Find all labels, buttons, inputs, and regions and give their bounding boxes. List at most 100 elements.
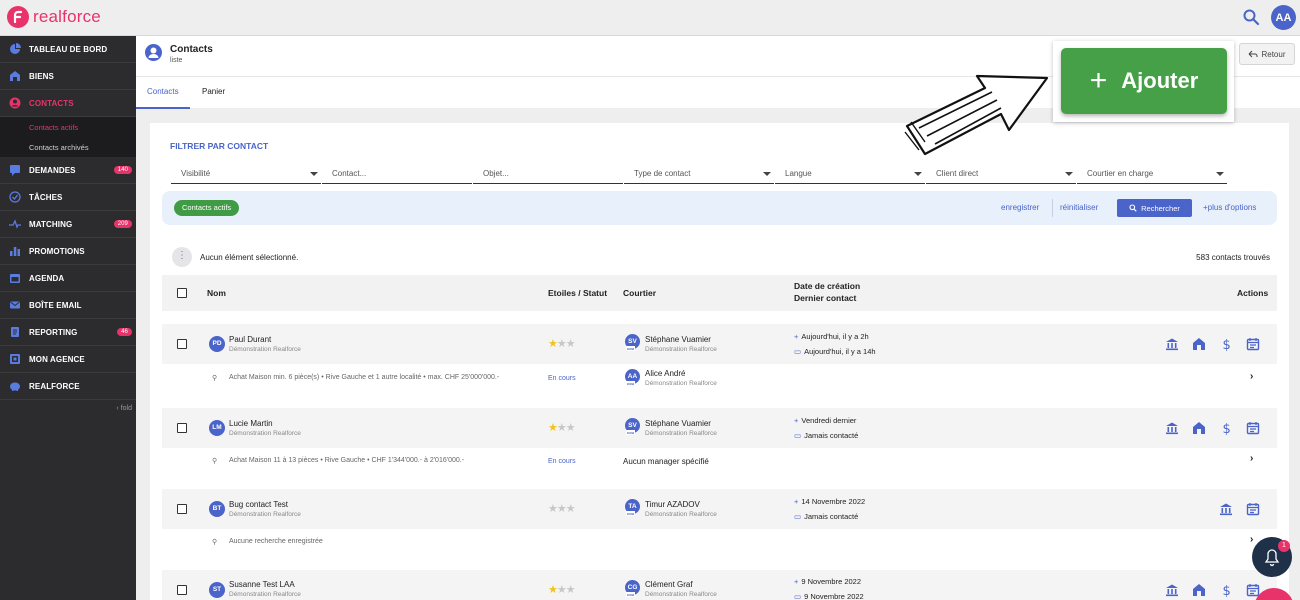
col-dernier-contact[interactable]: Dernier contact	[794, 293, 856, 303]
row-checkbox[interactable]	[177, 585, 187, 595]
filter-type-de-contact[interactable]: Type de contact	[624, 167, 774, 184]
saved-search[interactable]: Achat Maison 11 à 13 pièces • Rive Gauch…	[229, 457, 464, 464]
status-badge: En cours	[548, 458, 576, 465]
created-date: +9 Novembre 2022	[794, 577, 861, 586]
search-icon[interactable]	[1242, 8, 1260, 26]
calendar-icon[interactable]	[1246, 502, 1260, 516]
bank-icon[interactable]	[1165, 583, 1179, 597]
filter-contact[interactable]: Contact...	[322, 167, 472, 184]
chevron-right-icon[interactable]: ›	[1250, 453, 1253, 464]
last-contact-date: ▭ Jamais contacté	[794, 512, 858, 521]
chevron-right-icon[interactable]: ›	[1250, 371, 1253, 382]
star-rating[interactable]: ★★★	[548, 502, 576, 515]
dollar-icon[interactable]: $	[1219, 337, 1233, 351]
agency-icon	[8, 353, 21, 366]
tab-contacts[interactable]: Contacts	[136, 77, 190, 109]
sidebar-item-mon-agence[interactable]: MON AGENCE	[0, 346, 136, 373]
house-icon[interactable]	[1192, 337, 1206, 351]
col-courtier[interactable]: Courtier	[623, 288, 656, 298]
sidebar-item-boite-email[interactable]: BOÎTE EMAIL	[0, 292, 136, 319]
sidebar-item-demandes[interactable]: DEMANDES 140	[0, 157, 136, 184]
contact-name[interactable]: Susanne Test LAA	[229, 580, 295, 589]
house-icon[interactable]	[1192, 583, 1206, 597]
sidebar-item-taches[interactable]: TÂCHES	[0, 184, 136, 211]
ajouter-button[interactable]: + Ajouter	[1061, 48, 1227, 114]
calendar-icon[interactable]	[1246, 421, 1260, 435]
sidebar-item-biens[interactable]: BIENS	[0, 63, 136, 90]
row-checkbox[interactable]	[177, 504, 187, 514]
contact-name[interactable]: Lucie Martin	[229, 419, 273, 428]
col-nom[interactable]: Nom	[207, 288, 226, 298]
plus-icon: +	[794, 497, 799, 506]
last-contact-date: ▭ Jamais contacté	[794, 431, 858, 440]
reinitialiser-link[interactable]: réinitialiser	[1060, 203, 1098, 212]
contact-name[interactable]: Bug contact Test	[229, 500, 288, 509]
sidebar-item-matching[interactable]: MATCHING 209	[0, 211, 136, 238]
avatar: CG cou	[625, 580, 640, 597]
sidebar-item-realforce[interactable]: REALFORCE	[0, 373, 136, 400]
tab-panier[interactable]: Panier	[191, 77, 236, 109]
sidebar-item-promotions[interactable]: PROMOTIONS	[0, 238, 136, 265]
plus-icon: +	[1089, 64, 1108, 97]
selection-menu-icon[interactable]: ⋮	[172, 247, 192, 267]
bank-icon[interactable]	[1165, 337, 1179, 351]
broker-name: Clément Graf	[645, 580, 693, 589]
avatar: TA cou	[625, 499, 640, 516]
sidebar-item-reporting[interactable]: REPORTING 46	[0, 319, 136, 346]
fold-toggle[interactable]: ‹ fold	[116, 405, 132, 412]
star-rating[interactable]: ★★★	[548, 421, 576, 434]
table-row[interactable]: LM Lucie Martin Démonstration Realforce …	[162, 408, 1277, 448]
row-checkbox[interactable]	[177, 339, 187, 349]
created-date: + Vendredi dernier	[794, 416, 856, 425]
row-checkbox[interactable]	[177, 423, 187, 433]
table-row[interactable]: ST Susanne Test LAA Démonstration Realfo…	[162, 570, 1277, 600]
house-icon[interactable]	[1192, 421, 1206, 435]
calendar-icon[interactable]	[1246, 337, 1260, 351]
saved-search[interactable]: Achat Maison min. 6 pièce(s) • Rive Gauc…	[229, 374, 499, 381]
sidebar-item-label: TABLEAU DE BORD	[29, 44, 108, 54]
plus-options-link[interactable]: +plus d'options	[1203, 203, 1256, 212]
report-icon	[8, 326, 21, 339]
filter-objet[interactable]: Objet...	[473, 167, 623, 184]
bank-icon[interactable]	[1219, 502, 1233, 516]
filter-langue[interactable]: Langue	[775, 167, 925, 184]
sidebar-subitem-contacts-actifs[interactable]: Contacts actifs	[0, 117, 136, 137]
table-row[interactable]: PD Paul Durant Démonstration Realforce ★…	[162, 324, 1277, 364]
user-avatar[interactable]: AA	[1271, 5, 1296, 30]
active-filter-chip[interactable]: Contacts actifs	[174, 200, 240, 216]
col-etoiles-statut[interactable]: Etoiles / Statut	[548, 288, 607, 298]
avatar: LM	[209, 420, 225, 436]
contacts-person-icon	[145, 44, 162, 61]
col-date-creation[interactable]: Date de création	[794, 281, 860, 291]
filter-label: Visibilité	[181, 169, 211, 178]
bank-icon[interactable]	[1165, 421, 1179, 435]
rechercher-button[interactable]: Rechercher	[1117, 199, 1192, 217]
realforce-logo[interactable]: realforce	[7, 6, 101, 28]
sidebar-subitem-contacts-archives[interactable]: Contacts archivés	[0, 137, 136, 157]
sidebar-item-contacts[interactable]: CONTACTS	[0, 90, 136, 117]
chat-icon: ▭	[794, 347, 802, 356]
svg-text:$: $	[1223, 338, 1231, 351]
table-row[interactable]: BT Bug contact Test Démonstration Realfo…	[162, 489, 1277, 529]
contact-company: Démonstration Realforce	[229, 346, 301, 353]
dollar-icon[interactable]: $	[1219, 583, 1233, 597]
retour-button[interactable]: Retour	[1239, 43, 1295, 65]
filter-courtier-en-charge[interactable]: Courtier en charge	[1077, 167, 1227, 184]
contact-name[interactable]: Paul Durant	[229, 335, 271, 344]
caret-down-icon	[1216, 172, 1224, 176]
sidebar-item-tableau-de-bord[interactable]: TABLEAU DE BORD	[0, 36, 136, 63]
select-all-checkbox[interactable]	[177, 288, 187, 298]
dollar-icon[interactable]: $	[1219, 421, 1233, 435]
ajouter-callout: + Ajouter	[1053, 41, 1234, 122]
filter-visibilite[interactable]: Visibilité	[171, 167, 321, 184]
top-bar: realforce AA	[0, 0, 1300, 36]
star-rating[interactable]: ★★★	[548, 337, 576, 350]
house-icon	[8, 70, 21, 83]
filter-client-direct[interactable]: Client direct	[926, 167, 1076, 184]
cou-label: cou	[626, 346, 636, 351]
sidebar-item-label: TÂCHES	[29, 192, 63, 202]
broker-initials: SV	[628, 338, 637, 345]
star-rating[interactable]: ★★★	[548, 583, 576, 596]
sidebar-item-agenda[interactable]: AGENDA	[0, 265, 136, 292]
enregistrer-link[interactable]: enregistrer	[1001, 203, 1039, 212]
